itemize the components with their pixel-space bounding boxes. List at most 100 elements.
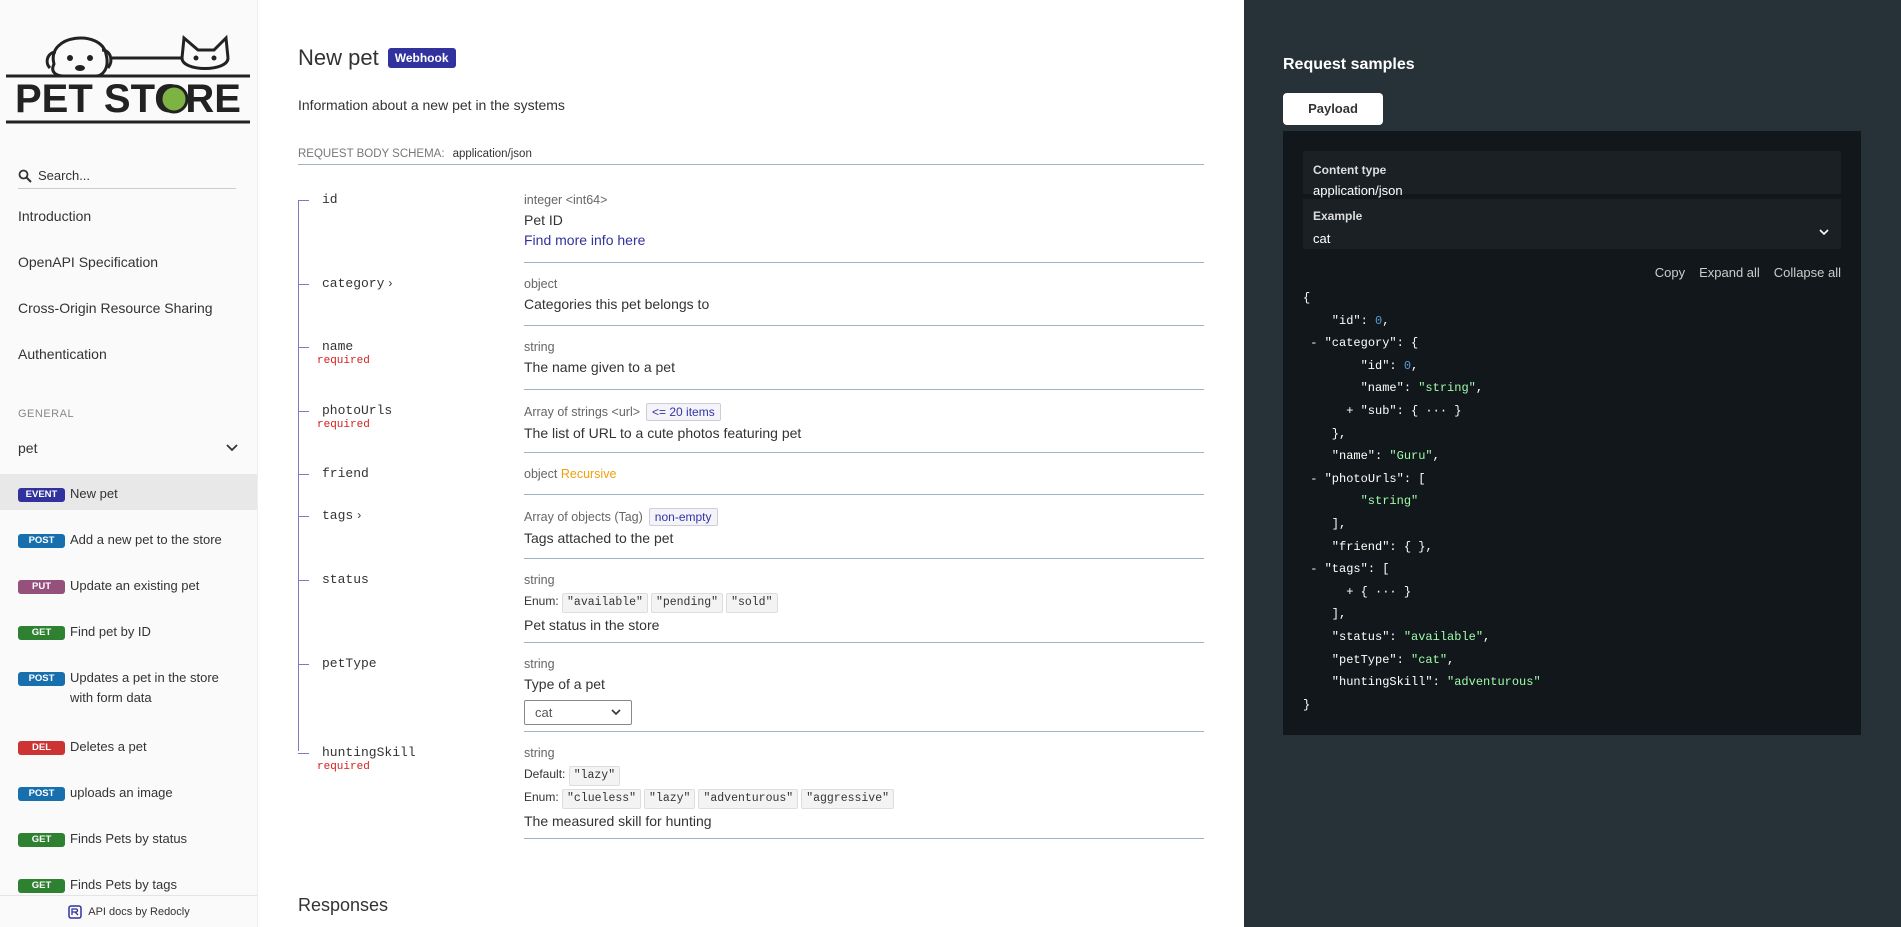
- sample-actions: Copy Expand all Collapse all: [1655, 265, 1841, 280]
- prop-detail: object Recursive: [524, 466, 1204, 495]
- sidebar-op-2[interactable]: PUT Update an existing pet: [0, 566, 257, 602]
- json-value: "string": [1360, 494, 1419, 509]
- method-badge: GET: [18, 879, 65, 893]
- sidebar-op-6[interactable]: POST uploads an image: [0, 773, 257, 809]
- prop-type: string: [524, 340, 555, 354]
- expand-toggle[interactable]: +: [1303, 585, 1361, 599]
- content-type-label: Content type: [1313, 163, 1387, 177]
- tree-tick: [298, 284, 309, 285]
- pet-store-logo[interactable]: PET STORE: [6, 24, 250, 126]
- prop-description: Categories this pet belongs to: [524, 296, 710, 312]
- search-input[interactable]: [38, 168, 228, 183]
- json-collapsed[interactable]: { ··· }: [1411, 404, 1461, 418]
- method-badge: DEL: [18, 741, 65, 755]
- chevron-right-icon: ›: [357, 508, 362, 522]
- prop-name: status: [322, 572, 369, 587]
- search-box[interactable]: [18, 163, 236, 189]
- tree-tick: [298, 474, 309, 475]
- prop-description: Pet ID: [524, 212, 563, 228]
- pet-type-select[interactable]: cat: [524, 700, 632, 725]
- type-text: object: [524, 467, 558, 481]
- nav-introduction[interactable]: Introduction: [18, 208, 91, 224]
- prop-name-text: category: [322, 276, 385, 291]
- default-value: "lazy": [568, 766, 621, 786]
- request-samples-panel: Request samples Payload Content type app…: [1244, 0, 1901, 927]
- request-body-schema-header: REQUEST BODY SCHEMA: application/json: [298, 148, 1204, 165]
- chevron-down-icon: [611, 709, 621, 716]
- expand-toggle[interactable]: +: [1303, 404, 1361, 418]
- expand-all-button[interactable]: Expand all: [1699, 265, 1760, 280]
- copy-button[interactable]: Copy: [1655, 265, 1685, 280]
- request-samples-title: Request samples: [1283, 56, 1415, 73]
- method-badge: EVENT: [18, 488, 65, 502]
- sidebar-op-1[interactable]: POST Add a new pet to the store: [0, 520, 257, 556]
- prop-type: object: [524, 277, 558, 291]
- tree-tick: [298, 347, 309, 348]
- op-label: Find pet by ID: [70, 624, 151, 639]
- nav-cors[interactable]: Cross-Origin Resource Sharing: [18, 300, 213, 316]
- prop-name: friend: [322, 466, 369, 481]
- type-text: Array of objects (Tag): [524, 510, 643, 524]
- tree-tick: [298, 200, 309, 201]
- content-type-value: application/json: [1313, 183, 1403, 198]
- sidebar-op-3[interactable]: GET Find pet by ID: [0, 612, 257, 648]
- enum-value: "lazy": [644, 789, 696, 809]
- json-collapsed[interactable]: { ··· }: [1361, 585, 1411, 599]
- prop-type: string: [524, 746, 555, 760]
- json-value: "string": [1418, 381, 1476, 396]
- enum-value: "adventurous": [698, 789, 799, 809]
- redocly-footer[interactable]: API docs by Redocly: [0, 895, 257, 927]
- enum-row: Enum: "available" "pending" "sold": [524, 592, 1204, 613]
- prop-detail: object Categories this pet belongs to: [524, 276, 1204, 326]
- default-row: Default: "lazy": [524, 765, 1204, 786]
- prop-description: Tags attached to the pet: [524, 530, 674, 546]
- prop-detail: string Enum: "available" "pending" "sold" …: [524, 572, 1204, 643]
- constraint-badge: <= 20 items: [646, 403, 721, 421]
- nav-authentication[interactable]: Authentication: [18, 346, 107, 362]
- responses-heading: Responses: [298, 895, 389, 915]
- enum-value: "aggressive": [801, 789, 895, 809]
- required-label: required: [317, 761, 370, 773]
- prop-detail: string The name given to a pet: [524, 339, 1204, 390]
- json-value: "available": [1403, 629, 1484, 644]
- enum-row: Enum: "clueless" "lazy" "adventurous" "aggr…: [524, 788, 1204, 809]
- json-value: { }: [1403, 539, 1426, 554]
- prop-detail: Array of strings <url> <= 20 items The li…: [524, 403, 1204, 453]
- prop-type: string: [524, 657, 555, 671]
- page-title: New pet: [298, 45, 379, 70]
- collapse-toggle[interactable]: -: [1303, 562, 1325, 576]
- sidebar-op-5[interactable]: DEL Deletes a pet: [0, 727, 257, 763]
- prop-type: object Recursive: [524, 466, 1204, 482]
- prop-name-text: tags: [322, 508, 354, 523]
- prop-type: Array of strings <url> <= 20 items: [524, 403, 1204, 421]
- nav-openapi-specification[interactable]: OpenAPI Specification: [18, 254, 158, 270]
- prop-name: photoUrls: [322, 403, 393, 418]
- prop-name: huntingSkill: [322, 745, 416, 760]
- required-label: required: [317, 355, 370, 367]
- sidebar-op-4[interactable]: POST Updates a pet in the store with form…: [0, 658, 257, 716]
- json-value: "cat": [1411, 652, 1448, 667]
- collapse-toggle[interactable]: -: [1303, 472, 1325, 486]
- type-text: Array of strings <url>: [524, 405, 641, 419]
- find-more-info-link[interactable]: Find more info here: [524, 230, 1204, 250]
- sidebar-op-0[interactable]: EVENT New pet: [0, 474, 257, 510]
- prop-description: The name given to a pet: [524, 359, 675, 375]
- prop-name-toggle[interactable]: category ›: [322, 276, 392, 291]
- nav-group-pet[interactable]: pet: [18, 440, 238, 456]
- sidebar-op-7[interactable]: GET Finds Pets by status: [0, 819, 257, 855]
- op-label: Deletes a pet: [70, 739, 147, 754]
- group-label: pet: [18, 440, 38, 456]
- prop-detail: Array of objects (Tag) non-empty Tags att…: [524, 508, 1204, 559]
- select-value: cat: [535, 705, 553, 720]
- prop-detail: string Default: "lazy" Enum: "clueless" "…: [524, 745, 1204, 839]
- enum-value: "available": [562, 593, 648, 613]
- json-value: 0: [1403, 358, 1412, 373]
- method-badge: PUT: [18, 580, 65, 594]
- schema-tree-line: [298, 200, 299, 751]
- prop-name-toggle[interactable]: tags ›: [322, 508, 361, 523]
- collapse-all-button[interactable]: Collapse all: [1774, 265, 1841, 280]
- example-select[interactable]: Example cat: [1303, 199, 1841, 249]
- collapse-toggle[interactable]: -: [1303, 336, 1325, 350]
- json-sample: { "id": 0, - "category": { "id": 0, "nam…: [1303, 291, 1541, 712]
- tab-payload[interactable]: Payload: [1283, 93, 1383, 125]
